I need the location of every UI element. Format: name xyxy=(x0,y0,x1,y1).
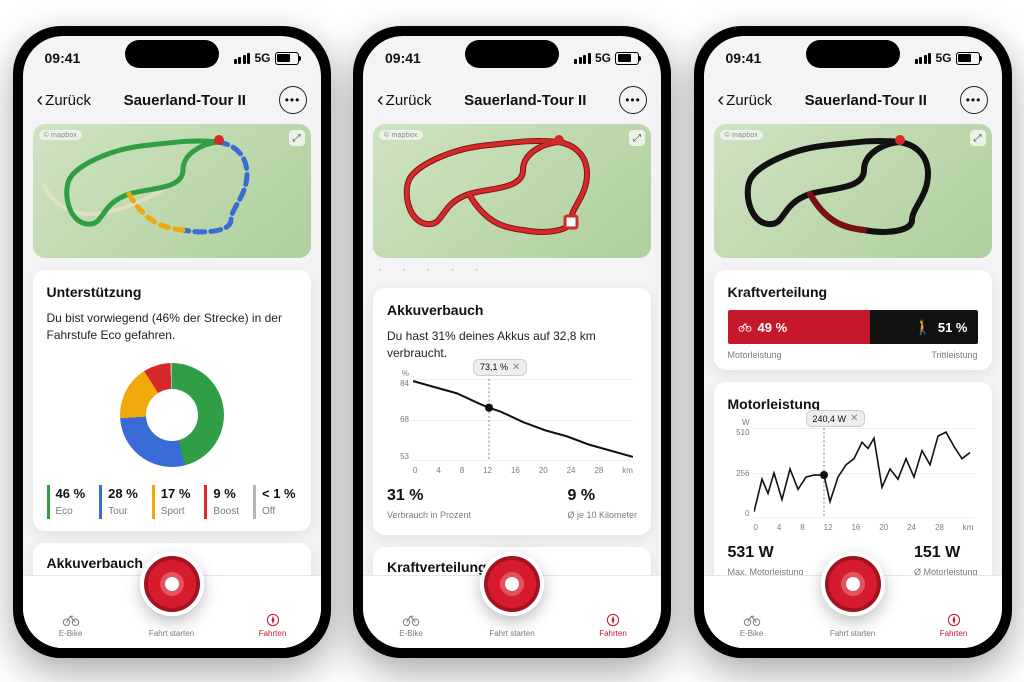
motor-label: Motorleistung xyxy=(728,350,782,360)
battery-icon xyxy=(615,52,639,65)
more-button[interactable]: ••• xyxy=(619,86,647,114)
legend-sport: 17 % Sport xyxy=(152,485,191,519)
battery-title: Akkuverbauch xyxy=(387,302,637,318)
nav-bar: ‹Zurück Sauerland-Tour II ••• xyxy=(704,80,1002,124)
route-path-red xyxy=(373,124,651,258)
bike-icon xyxy=(743,613,761,627)
page-title: Sauerland-Tour II xyxy=(772,92,959,109)
support-card: Unterstützung Du bist vorwiegend (46% de… xyxy=(33,270,311,531)
record-fab[interactable] xyxy=(821,552,885,616)
tab-ebike[interactable]: E-Bike xyxy=(41,613,101,638)
tab-rides[interactable]: Fahrten xyxy=(583,613,643,638)
page-title: Sauerland-Tour II xyxy=(432,92,619,109)
signal-icon xyxy=(234,53,251,64)
more-button[interactable]: ••• xyxy=(279,86,307,114)
support-body: Du bist vorwiegend (46% der Strecke) in … xyxy=(47,310,297,345)
pedestrian-icon: 🚶 xyxy=(914,320,931,334)
dynamic-island xyxy=(125,40,219,68)
tab-start[interactable]: Fahrt starten xyxy=(142,613,202,638)
signal-icon xyxy=(915,53,932,64)
status-time: 09:41 xyxy=(385,50,421,66)
motor-portion: 49 % xyxy=(728,310,871,344)
nav-bar: ‹Zurück Sauerland-Tour II ••• xyxy=(363,80,661,124)
network-label: 5G xyxy=(254,51,270,65)
route-path-black xyxy=(714,124,992,258)
back-label: Zurück xyxy=(45,92,91,109)
bike-icon xyxy=(402,613,420,627)
legend-off: < 1 % Off xyxy=(253,485,296,519)
phone-2: 09:41 5G ‹Zurück Sauerland-Tour II ••• xyxy=(353,26,671,658)
battery-stat-per10km: 9 % Ø je 10 Kilometer xyxy=(567,487,637,523)
route-map[interactable]: © mapbox ⤢ xyxy=(714,124,992,258)
phone-3: 09:41 5G ‹Zurück Sauerland-Tour II ••• xyxy=(694,26,1012,658)
compass-icon xyxy=(604,613,622,627)
close-icon[interactable]: ✕ xyxy=(512,362,520,373)
power-split-bar: 49 % 🚶 51 % xyxy=(728,310,978,344)
battery-card: Akkuverbauch Du hast 31% deines Akkus au… xyxy=(373,288,651,535)
motor-power-chart[interactable]: W 510 256 0 240, xyxy=(728,428,978,532)
chevron-left-icon: ‹ xyxy=(37,90,44,110)
nav-bar: ‹ Zurück Sauerland-Tour II ••• xyxy=(23,80,321,124)
route-map[interactable]: © mapbox ⤢ xyxy=(373,124,651,258)
record-fab[interactable] xyxy=(480,552,544,616)
record-fab[interactable] xyxy=(140,552,204,616)
motor-callout[interactable]: 240,4 W✕ xyxy=(806,410,866,427)
tab-ebike[interactable]: E-Bike xyxy=(722,613,782,638)
legend-eco: 46 % Eco xyxy=(47,485,86,519)
battery-chart[interactable]: % 84 68 53 73,1 xyxy=(387,379,637,475)
route-map[interactable]: © mapbox ⤢ xyxy=(33,124,311,258)
back-button[interactable]: ‹ Zurück xyxy=(37,90,92,110)
battery-stat-pct: 31 % Verbrauch in Prozent xyxy=(387,487,471,523)
page-title: Sauerland-Tour II xyxy=(91,92,278,109)
power-split-card: Kraftverteilung 49 % 🚶 51 % xyxy=(714,270,992,370)
more-button[interactable]: ••• xyxy=(960,86,988,114)
back-button[interactable]: ‹Zurück xyxy=(377,90,432,110)
battery-callout[interactable]: 73,1 %✕ xyxy=(473,359,527,376)
tab-start[interactable]: Fahrt starten xyxy=(482,613,542,638)
tab-start[interactable]: Fahrt starten xyxy=(823,613,883,638)
bike-icon xyxy=(62,613,80,627)
legend-tour: 28 % Tour xyxy=(99,485,138,519)
legend-boost: 9 % Boost xyxy=(204,485,239,519)
bike-icon xyxy=(738,322,752,332)
legend-strip: ••••• xyxy=(373,258,651,276)
rider-label: Trittleistung xyxy=(931,350,977,360)
signal-icon xyxy=(574,53,591,64)
battery-icon xyxy=(956,52,980,65)
back-button[interactable]: ‹Zurück xyxy=(718,90,773,110)
tab-ebike[interactable]: E-Bike xyxy=(381,613,441,638)
support-title: Unterstützung xyxy=(47,284,297,300)
route-path-multicolor xyxy=(33,124,311,258)
compass-icon xyxy=(264,613,282,627)
phone-1: 09:41 5G ‹ Zurück Sauerland-Tour II ••• xyxy=(13,26,331,658)
dynamic-island xyxy=(465,40,559,68)
tab-rides[interactable]: Fahrten xyxy=(924,613,984,638)
support-donut-chart xyxy=(120,363,224,467)
compass-icon xyxy=(945,613,963,627)
status-time: 09:41 xyxy=(45,50,81,66)
dynamic-island xyxy=(806,40,900,68)
support-legend: 46 % Eco 28 % Tour 17 % Sport xyxy=(47,485,297,519)
rider-portion: 🚶 51 % xyxy=(870,310,978,344)
battery-icon xyxy=(275,52,299,65)
tab-rides[interactable]: Fahrten xyxy=(243,613,303,638)
close-icon[interactable]: ✕ xyxy=(850,413,858,424)
battery-body: Du hast 31% deines Akkus auf 32,8 km ver… xyxy=(387,328,637,363)
